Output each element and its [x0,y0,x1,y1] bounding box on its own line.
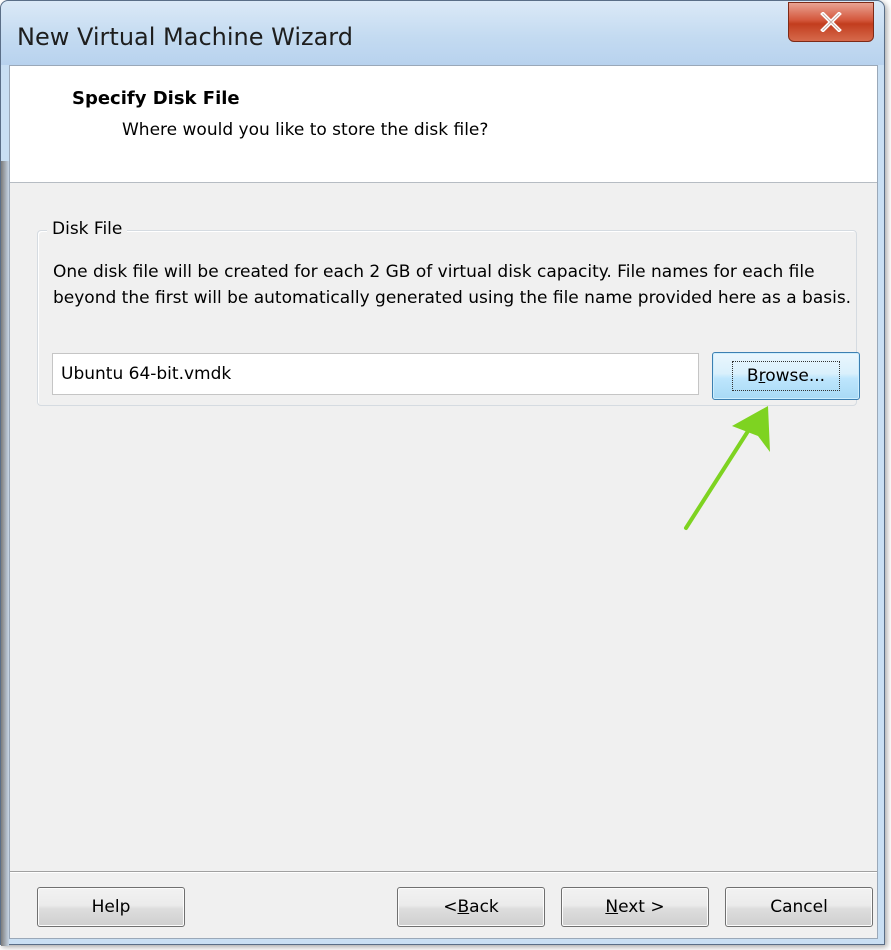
next-button[interactable]: Next > [561,887,709,927]
window-title: New Virtual Machine Wizard [17,23,353,51]
footer-separator [10,871,877,873]
back-button[interactable]: < Back [397,887,545,927]
close-x-icon [820,12,842,32]
disk-file-legend: Disk File [47,219,128,239]
window-shadow-strip [1,161,9,946]
help-button[interactable]: Help [37,887,185,927]
cancel-button[interactable]: Cancel [725,887,873,927]
disk-file-path-input[interactable] [52,353,699,395]
wizard-window: New Virtual Machine Wizard Specify Disk … [0,0,885,946]
wizard-header: Specify Disk File Where would you like t… [10,66,877,183]
page-subtitle: Where would you like to store the disk f… [122,120,489,140]
disk-file-description: One disk file will be created for each 2… [53,262,852,308]
wizard-client-area: Specify Disk File Where would you like t… [9,65,878,939]
browse-button[interactable]: Browse... [712,352,860,400]
close-button[interactable] [788,2,874,42]
browse-button-label: Browse... [731,361,841,391]
title-bar[interactable]: New Virtual Machine Wizard [1,1,884,65]
green-arrow-icon [684,406,770,530]
page-title: Specify Disk File [72,88,240,109]
